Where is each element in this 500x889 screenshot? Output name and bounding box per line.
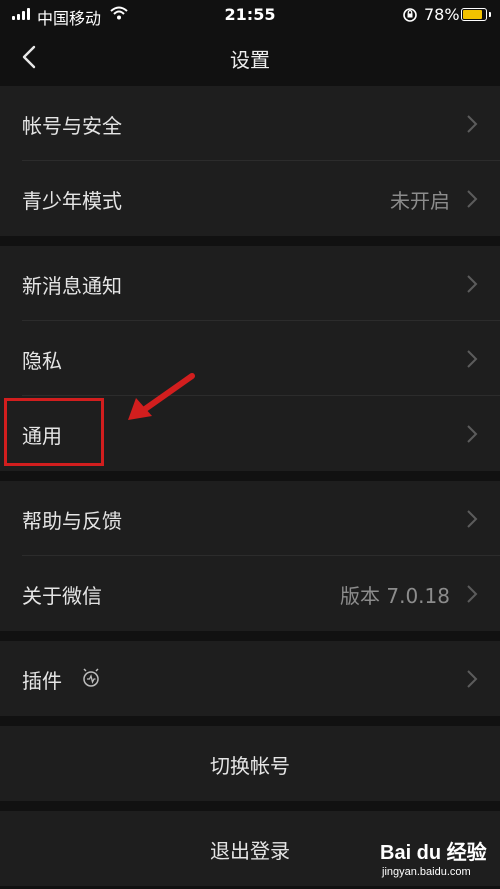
settings-item-label: 插件: [22, 669, 62, 693]
settings-group-plugins: 插件: [0, 641, 500, 716]
settings-item-account-security[interactable]: 帐号与安全: [0, 86, 500, 161]
settings-item-notifications[interactable]: 新消息通知: [0, 246, 500, 321]
baidu-jingyan-watermark: Bai du 经验 jingyan.baidu.com: [360, 836, 500, 889]
orientation-lock-icon: [403, 8, 417, 22]
switch-account-button[interactable]: 切换帐号: [0, 726, 500, 801]
chevron-right-icon: [467, 190, 478, 208]
chevron-right-icon: [467, 115, 478, 133]
settings-item-help-feedback[interactable]: 帮助与反馈: [0, 481, 500, 556]
chevron-right-icon: [467, 585, 478, 603]
settings-item-teen-mode[interactable]: 青少年模式 未开启: [0, 161, 500, 236]
settings-item-label: 新消息通知: [22, 274, 122, 298]
chevron-right-icon: [467, 510, 478, 528]
settings-item-plugins[interactable]: 插件: [0, 641, 500, 716]
status-bar: 中国移动 21:55 78%: [0, 0, 500, 30]
app-version: 版本 7.0.18: [340, 584, 450, 608]
chevron-right-icon: [467, 425, 478, 443]
watermark-url: jingyan.baidu.com: [382, 866, 471, 878]
settings-item-privacy[interactable]: 隐私: [0, 321, 500, 396]
annotation-arrow-icon: [128, 373, 195, 420]
settings-item-label: 帮助与反馈: [22, 509, 122, 533]
settings-item-label: 帐号与安全: [22, 114, 122, 138]
page-title: 设置: [230, 48, 270, 72]
nav-bar: 设置: [0, 30, 500, 84]
battery-icon: [461, 8, 491, 21]
battery-percent: 78%: [424, 5, 460, 24]
switch-account-label: 切换帐号: [210, 754, 290, 778]
chevron-right-icon: [467, 350, 478, 368]
chevron-right-icon: [467, 275, 478, 293]
settings-item-label: 关于微信: [22, 584, 102, 608]
chevron-right-icon: [467, 670, 478, 688]
watermark-brand: Bai du 经验: [380, 842, 487, 864]
settings-group-about: 帮助与反馈 关于微信 版本 7.0.18: [0, 481, 500, 631]
highlight-box: [4, 398, 104, 466]
teen-mode-status: 未开启: [390, 189, 450, 213]
settings-item-label: 隐私: [22, 349, 62, 373]
plugin-icon: [83, 668, 99, 687]
settings-group-account: 帐号与安全 青少年模式 未开启: [0, 86, 500, 236]
settings-item-label: 青少年模式: [22, 189, 122, 213]
settings-item-about-wechat[interactable]: 关于微信 版本 7.0.18: [0, 556, 500, 631]
